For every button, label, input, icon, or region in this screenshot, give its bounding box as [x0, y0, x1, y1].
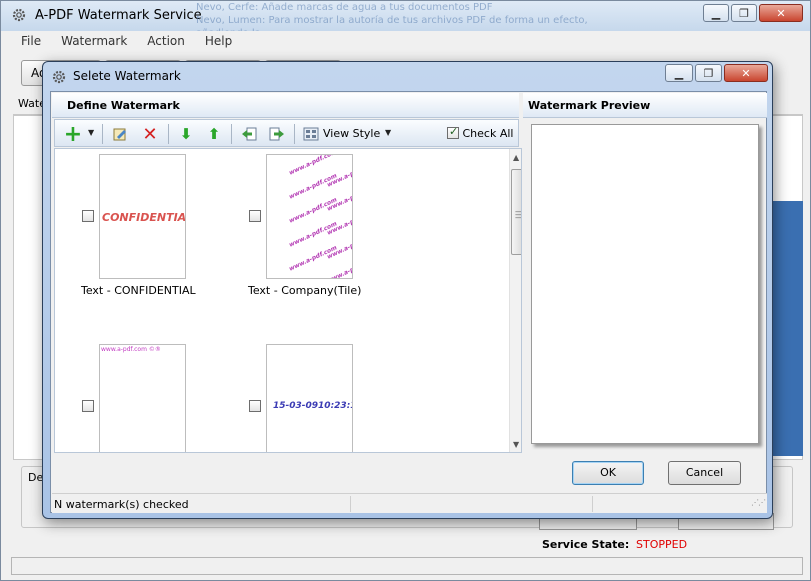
scroll-down-icon[interactable]: ▼	[513, 440, 519, 449]
restore-icon: ❐	[739, 6, 749, 20]
import-icon[interactable]	[239, 124, 259, 144]
item-label: Text - CONFIDENTIAL	[81, 284, 196, 297]
service-state-value: STOPPED	[636, 538, 688, 551]
gear-icon	[52, 70, 66, 84]
menu-action[interactable]: Action	[137, 32, 195, 52]
dialog-title: Selete Watermark	[73, 69, 181, 83]
select-watermark-dialog: Selete Watermark ▁ ❐ ✕ Define Watermark …	[42, 61, 773, 519]
watermark-list: CONFIDENTIAL Text - CONFIDENTIAL www.a-p…	[54, 148, 522, 453]
scroll-up-icon[interactable]: ▲	[513, 153, 519, 162]
thumbnail-text: 15-03-0910:23:19	[273, 401, 352, 411]
dialog-maximize-button[interactable]: ❐	[695, 64, 722, 82]
minimize-button[interactable]: ▁	[703, 4, 729, 22]
check-all-checkbox[interactable]	[447, 125, 459, 139]
move-down-icon[interactable]: ⬇	[176, 124, 196, 144]
check-all-label: Check All	[462, 127, 514, 140]
delete-icon[interactable]: ✕	[140, 124, 160, 145]
status-divider	[592, 496, 593, 512]
dialog-title-bar[interactable]: Selete Watermark ▁ ❐ ✕	[43, 62, 772, 91]
view-style-dropdown-icon[interactable]: ▼	[385, 128, 391, 137]
dialog-minimize-button[interactable]: ▁	[665, 64, 693, 82]
watermark-preview-area	[531, 124, 759, 444]
menu-bar: File Watermark Action Help	[9, 32, 242, 52]
scrollbar-thumb[interactable]: ———	[511, 169, 521, 255]
toolbar-separator	[168, 124, 169, 144]
list-scrollbar[interactable]: ▲ ——— ▼	[509, 149, 521, 452]
main-title-bar[interactable]: A-PDF Watermark Service Nevo, Cerfe: Aña…	[1, 1, 810, 31]
watermark-thumbnail[interactable]: CONFIDENTIAL	[99, 154, 186, 279]
menu-help[interactable]: Help	[195, 32, 242, 52]
item-checkbox[interactable]	[82, 400, 94, 412]
status-divider	[350, 496, 351, 512]
toolbar-separator	[294, 124, 295, 144]
item-checkbox[interactable]	[82, 210, 94, 222]
dropdown-caret-icon[interactable]: ▼	[88, 128, 94, 137]
watermark-thumbnail[interactable]: www.a-pdf.com www.a-pdf.com www.a-pdf.co…	[266, 154, 353, 279]
status-text: N watermark(s) checked	[54, 498, 189, 511]
group-label: De	[28, 471, 44, 484]
service-state-label: Service State:	[542, 538, 630, 551]
background-banner: Nevo, Cerfe: Añade marcas de agua a tus …	[196, 2, 588, 31]
add-icon[interactable]: +	[63, 122, 83, 147]
toolbar-separator	[231, 124, 232, 144]
close-button[interactable]: ✕	[759, 4, 803, 22]
toolbar-separator	[102, 124, 103, 144]
minimize-icon: ▁	[711, 6, 721, 20]
move-up-icon[interactable]: ⬆	[204, 124, 224, 144]
main-status-bar	[11, 557, 803, 575]
view-style-button[interactable]: View Style	[323, 127, 380, 140]
item-label: Text - Company(Tile)	[248, 284, 362, 297]
close-icon: ✕	[741, 66, 751, 80]
background-image-strip	[773, 201, 803, 456]
edit-icon[interactable]	[110, 124, 130, 144]
close-icon: ✕	[776, 6, 786, 20]
check-all-toggle[interactable]: Check All	[447, 125, 514, 140]
ok-button[interactable]: OK	[572, 461, 644, 485]
resize-grip-icon[interactable]: ⋰⋰	[751, 498, 766, 507]
watermark-preview-header: Watermark Preview	[523, 93, 767, 118]
watermark-thumbnail[interactable]: 15-03-0910:23:19	[266, 344, 353, 452]
dialog-close-button[interactable]: ✕	[724, 64, 768, 82]
item-checkbox[interactable]	[249, 400, 261, 412]
dialog-body: Define Watermark Watermark Preview + ▼ ✕…	[50, 91, 767, 513]
main-window-title: A-PDF Watermark Service	[35, 8, 202, 23]
menu-watermark[interactable]: Watermark	[51, 32, 137, 52]
thumbnail-text: www.a-pdf.com ©®	[101, 346, 161, 353]
gear-icon	[12, 8, 26, 22]
restore-icon: ❐	[703, 66, 714, 80]
dialog-status-bar: N watermark(s) checked ⋰⋰	[52, 493, 767, 513]
watermark-thumbnail[interactable]: www.a-pdf.com ©®	[99, 344, 186, 452]
maximize-button[interactable]: ❐	[731, 4, 757, 22]
view-style-icon[interactable]	[301, 124, 321, 144]
minimize-icon: ▁	[674, 66, 684, 80]
cancel-button[interactable]: Cancel	[668, 461, 741, 485]
define-watermark-header: Define Watermark	[52, 93, 519, 118]
menu-file[interactable]: File	[9, 32, 51, 52]
item-checkbox[interactable]	[249, 210, 261, 222]
watermark-toolbar: + ▼ ✕ ⬇ ⬆ View Style ▼ ✓ Check All	[54, 119, 519, 147]
export-icon[interactable]	[267, 124, 287, 144]
scrollbar-grip-icon: ———	[515, 208, 521, 222]
thumbnail-text: CONFIDENTIAL	[102, 211, 186, 224]
